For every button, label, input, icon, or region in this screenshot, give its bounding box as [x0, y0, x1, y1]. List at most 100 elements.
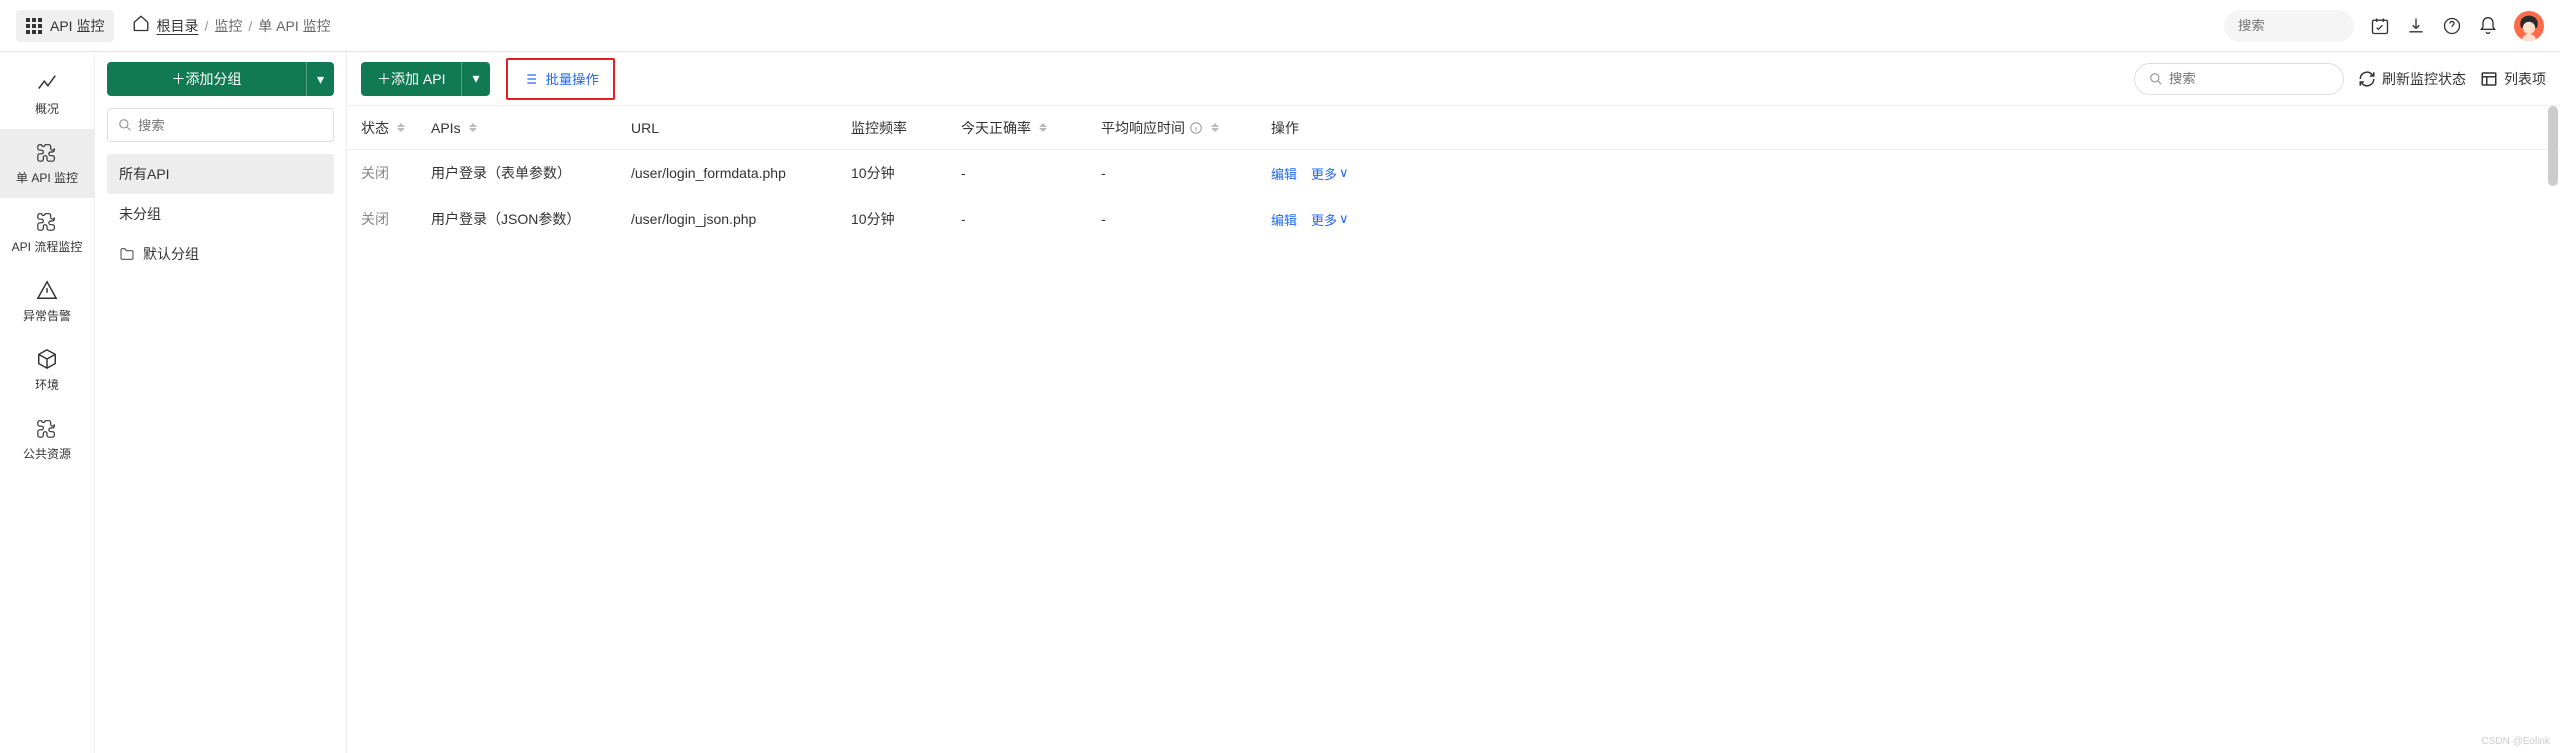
scrollbar[interactable] [2548, 106, 2558, 186]
app-name: API 监控 [50, 16, 104, 36]
alert-triangle-icon [36, 279, 58, 301]
columns-icon [2480, 70, 2498, 88]
cell-url: /user/login_json.php [631, 211, 851, 227]
cell-ops: 编辑 更多 ∨ [1271, 210, 2546, 229]
refresh-icon [2358, 70, 2376, 88]
cell-api: 用户登录（表单参数） [431, 163, 631, 183]
cell-freq: 10分钟 [851, 163, 961, 183]
sidebar-item-alert[interactable]: 异常告警 [0, 267, 94, 336]
th-status[interactable]: 状态 [361, 118, 431, 138]
breadcrumb-sep: / [204, 18, 208, 34]
sort-icon [397, 123, 405, 132]
cell-rate: - [961, 211, 1101, 227]
th-freq[interactable]: 监控频率 [851, 118, 961, 138]
sidebar-item-resource[interactable]: 公共资源 [0, 405, 94, 474]
cell-ops: 编辑 更多 ∨ [1271, 164, 2546, 183]
sidebar-label: API 流程监控 [12, 238, 83, 255]
list-icon [522, 71, 538, 87]
th-rate[interactable]: 今天正确率 [961, 118, 1101, 138]
chart-line-icon [36, 72, 58, 94]
group-item-all[interactable]: 所有API [107, 154, 334, 194]
cell-resp: - [1101, 165, 1271, 181]
cell-status: 关闭 [361, 209, 431, 229]
breadcrumb-current: 单 API 监控 [258, 16, 330, 36]
th-apis[interactable]: APIs [431, 120, 631, 136]
cell-resp: - [1101, 211, 1271, 227]
add-api-button[interactable]: ＋ 添加 API ▾ [361, 62, 490, 96]
add-group-button[interactable]: ＋ 添加分组 ▾ [107, 62, 334, 96]
cell-freq: 10分钟 [851, 209, 961, 229]
sort-icon [1039, 123, 1047, 132]
download-icon[interactable] [2406, 16, 2426, 36]
edit-link[interactable]: 编辑 [1271, 164, 1297, 183]
add-api-main[interactable]: ＋ 添加 API [361, 62, 461, 96]
th-url[interactable]: URL [631, 120, 851, 136]
cell-url: /user/login_formdata.php [631, 165, 851, 181]
bell-icon[interactable] [2478, 16, 2498, 36]
columns-button[interactable]: 列表项 [2480, 69, 2546, 89]
help-icon[interactable] [2442, 16, 2462, 36]
more-dropdown[interactable]: 更多 ∨ [1311, 210, 1349, 229]
sidebar-item-flow[interactable]: API 流程监控 [0, 198, 94, 267]
sidebar-item-env[interactable]: 环境 [0, 336, 94, 405]
cell-rate: - [961, 165, 1101, 181]
sidebar-item-overview[interactable]: 概况 [0, 60, 94, 129]
sidebar-label: 单 API 监控 [16, 169, 78, 186]
group-list: 所有API 未分组 默认分组 [107, 154, 334, 274]
chevron-down-icon: ∨ [1339, 211, 1349, 227]
breadcrumb: 根目录 / 监控 / 单 API 监控 [132, 14, 330, 37]
sidebar-label: 公共资源 [23, 445, 71, 462]
global-search-input[interactable] [2238, 18, 2340, 33]
header-right [2224, 10, 2544, 42]
search-icon [2149, 72, 2163, 86]
puzzle-icon [36, 141, 58, 163]
calendar-check-icon[interactable] [2370, 16, 2390, 36]
sidebar: 概况 单 API 监控 API 流程监控 异常告警 环境 公共资源 [0, 52, 95, 753]
sort-icon [469, 123, 477, 132]
avatar[interactable] [2514, 11, 2544, 41]
group-search-input[interactable] [138, 118, 323, 133]
main-toolbar: ＋ 添加 API ▾ 批量操作 刷新监控状态 列表项 [347, 52, 2560, 106]
sort-icon [1211, 123, 1219, 132]
main-content: ＋ 添加 API ▾ 批量操作 刷新监控状态 列表项 [347, 52, 2560, 753]
breadcrumb-root[interactable]: 根目录 [156, 16, 198, 36]
table-header: 状态 APIs URL 监控频率 今天正确率 平均响应时间 操作 [347, 106, 2560, 150]
puzzle-icon [36, 210, 58, 232]
global-search[interactable] [2224, 10, 2354, 42]
search-icon [118, 118, 132, 132]
add-group-dropdown[interactable]: ▾ [306, 62, 334, 96]
breadcrumb-sep: / [248, 18, 252, 34]
edit-link[interactable]: 编辑 [1271, 210, 1297, 229]
main-search[interactable] [2134, 63, 2344, 95]
add-api-dropdown[interactable]: ▾ [461, 62, 489, 96]
breadcrumb-mid[interactable]: 监控 [214, 16, 242, 36]
puzzle-icon [36, 417, 58, 439]
home-icon[interactable] [132, 14, 150, 37]
folder-icon [119, 246, 135, 262]
sidebar-label: 概况 [35, 100, 59, 117]
group-panel: ＋ 添加分组 ▾ 所有API 未分组 默认分组 [95, 52, 347, 753]
info-icon [1189, 121, 1203, 135]
cell-api: 用户登录（JSON参数） [431, 209, 631, 229]
refresh-status-button[interactable]: 刷新监控状态 [2358, 69, 2466, 89]
group-item-default[interactable]: 默认分组 [107, 234, 334, 274]
group-item-ungrouped[interactable]: 未分组 [107, 194, 334, 234]
add-group-main[interactable]: ＋ 添加分组 [107, 62, 306, 96]
batch-ops-button[interactable]: 批量操作 [506, 58, 615, 100]
table-row[interactable]: 关闭 用户登录（表单参数） /user/login_formdata.php 1… [347, 150, 2560, 196]
sidebar-item-single-api[interactable]: 单 API 监控 [0, 129, 94, 198]
app-switcher[interactable]: API 监控 [16, 10, 114, 42]
toolbar-right: 刷新监控状态 列表项 [2134, 63, 2546, 95]
group-search[interactable] [107, 108, 334, 142]
main-search-input[interactable] [2169, 71, 2329, 86]
table-row[interactable]: 关闭 用户登录（JSON参数） /user/login_json.php 10分… [347, 196, 2560, 242]
sidebar-label: 异常告警 [23, 307, 71, 324]
sidebar-label: 环境 [35, 376, 59, 393]
more-dropdown[interactable]: 更多 ∨ [1311, 164, 1349, 183]
top-header: API 监控 根目录 / 监控 / 单 API 监控 [0, 0, 2560, 52]
cell-status: 关闭 [361, 163, 431, 183]
th-resp[interactable]: 平均响应时间 [1101, 118, 1271, 138]
watermark: CSDN @Eolink [2481, 736, 2550, 747]
body: 概况 单 API 监控 API 流程监控 异常告警 环境 公共资源 ＋ 添加分组… [0, 52, 2560, 753]
chevron-down-icon: ∨ [1339, 165, 1349, 181]
